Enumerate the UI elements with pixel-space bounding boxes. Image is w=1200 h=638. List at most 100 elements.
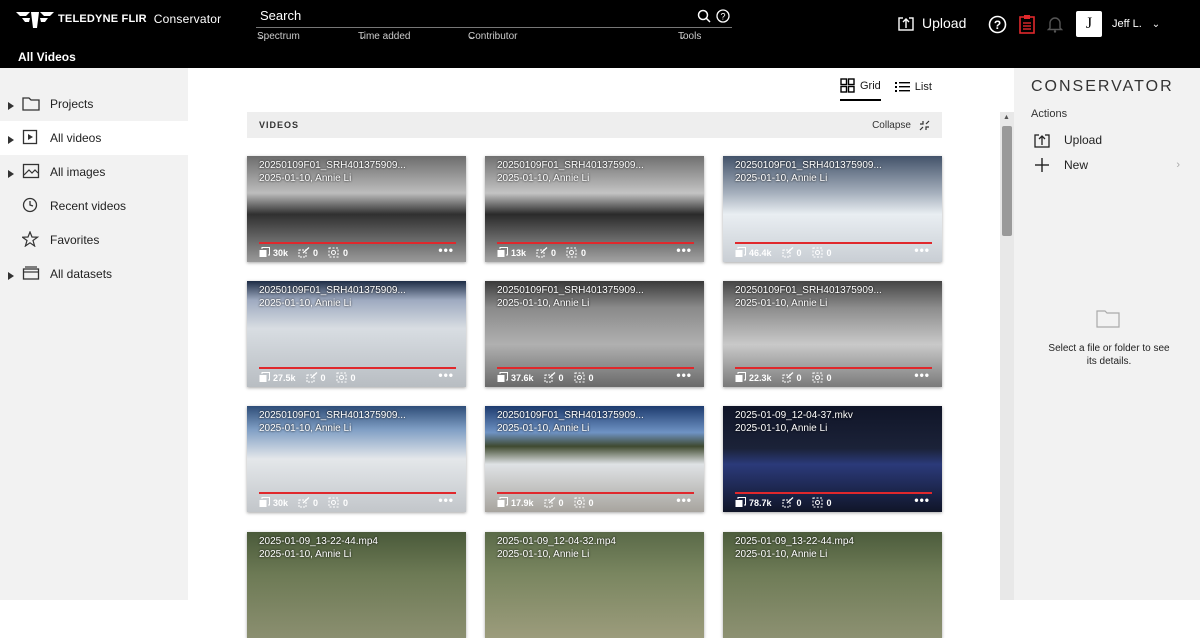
video-name: 20250109F01_SRH401375909... — [259, 410, 406, 421]
frames-count: 30k — [259, 497, 288, 508]
tags-count: 0 — [812, 497, 832, 508]
sidebar-item-label: Recent videos — [50, 199, 127, 213]
panel-new-button[interactable]: New › — [1034, 157, 1180, 173]
frames-count: 46.4k — [735, 247, 772, 258]
sidebar-item-all-images[interactable]: All images — [0, 155, 188, 189]
video-meta: 2025-01-10, Annie Li — [259, 549, 352, 560]
sidebar-item-recent-videos[interactable]: Recent videos — [0, 189, 188, 223]
more-options-icon[interactable]: ••• — [438, 243, 454, 257]
video-card[interactable]: 2025-01-09_12-04-32.mp4 2025-01-10, Annie… — [485, 532, 704, 638]
more-options-icon[interactable]: ••• — [914, 493, 930, 507]
video-card[interactable]: 20250109F01_SRH401375909... 2025-01-10, A… — [485, 281, 704, 387]
panel-upload-button[interactable]: Upload — [1034, 132, 1102, 148]
video-card[interactable]: 2025-01-09_13-22-44.mp4 2025-01-10, Annie… — [247, 532, 466, 638]
scrollbar[interactable]: ▲ — [1000, 112, 1014, 600]
more-options-icon[interactable]: ••• — [914, 243, 930, 257]
video-name: 20250109F01_SRH401375909... — [735, 285, 882, 296]
frames-count: 78.7k — [735, 497, 772, 508]
frames-icon — [259, 372, 270, 382]
tag-target-icon — [812, 247, 823, 258]
video-progress-bar — [497, 242, 694, 244]
top-bar: TELEDYNE FLIR Conservator All Videos Sea… — [0, 0, 1200, 68]
video-meta: 2025-01-10, Annie Li — [497, 173, 590, 184]
video-progress-bar — [497, 492, 694, 494]
annotations-count: 0 — [782, 247, 802, 258]
annotations-count: 0 — [544, 372, 564, 383]
video-progress-bar — [735, 492, 932, 494]
video-card[interactable]: 20250109F01_SRH401375909... 2025-01-10, A… — [485, 156, 704, 262]
video-card[interactable]: 20250109F01_SRH401375909... 2025-01-10, A… — [247, 281, 466, 387]
chevron-down-icon: ⌄ — [257, 31, 266, 42]
video-card[interactable]: 20250109F01_SRH401375909... 2025-01-10, A… — [485, 406, 704, 512]
more-options-icon[interactable]: ••• — [438, 368, 454, 382]
caret-right-icon[interactable] — [8, 269, 14, 283]
list-view-button[interactable]: List — [894, 78, 932, 101]
chevron-down-icon: ⌄ — [678, 31, 687, 42]
video-card[interactable]: 20250109F01_SRH401375909... 2025-01-10, A… — [723, 281, 942, 387]
dataset-icon — [22, 265, 40, 284]
more-options-icon[interactable]: ••• — [438, 493, 454, 507]
upload-button[interactable]: Upload — [898, 15, 966, 31]
list-view-label: List — [914, 80, 932, 93]
search-box[interactable]: Search ? — [256, 6, 732, 28]
video-card[interactable]: 2025-01-09_13-22-44.mp4 2025-01-10, Annie… — [723, 532, 942, 638]
frames-icon — [497, 247, 508, 257]
header-icons: ? — [988, 14, 1063, 34]
video-card[interactable]: 20250109F01_SRH401375909... 2025-01-10, A… — [247, 406, 466, 512]
video-card[interactable]: 20250109F01_SRH401375909... 2025-01-10, A… — [723, 156, 942, 262]
brand-logo[interactable]: TELEDYNE FLIR Conservator — [16, 10, 221, 28]
grid-view-button[interactable]: Grid — [840, 78, 881, 101]
bell-icon[interactable] — [1047, 15, 1063, 33]
sidebar-item-label: Projects — [50, 97, 94, 111]
video-stats: 13k 0 0 — [497, 247, 586, 258]
brand-name: TELEDYNE FLIR — [58, 13, 147, 25]
sidebar-item-all-datasets[interactable]: All datasets — [0, 257, 188, 291]
annotation-icon — [782, 372, 793, 383]
video-card[interactable]: 20250109F01_SRH401375909... 2025-01-10, A… — [247, 156, 466, 262]
panel-new-label: New — [1064, 158, 1089, 172]
sidebar-item-projects[interactable]: Projects — [0, 87, 188, 121]
frames-count: 37.6k — [497, 372, 534, 383]
video-progress-bar — [735, 367, 932, 369]
video-stats: 27.5k 0 0 — [259, 372, 356, 383]
frames-icon — [735, 247, 746, 257]
user-menu[interactable]: J Jeff L. ⌄ — [1076, 11, 1160, 37]
more-options-icon[interactable]: ••• — [676, 243, 692, 257]
scrollbar-thumb[interactable] — [1002, 126, 1012, 236]
annotation-icon — [306, 372, 317, 383]
collapse-button[interactable]: Collapse — [872, 120, 930, 131]
image-icon — [22, 163, 40, 182]
tags-count: 0 — [336, 372, 356, 383]
sidebar: Projects All videos All images Recent video… — [0, 68, 188, 600]
search-icon[interactable] — [697, 9, 711, 23]
list-icon — [894, 81, 910, 92]
video-card[interactable]: 2025-01-09_12-04-37.mkv 2025-01-10, Annie… — [723, 406, 942, 512]
video-stats: 22.3k 0 0 — [735, 372, 832, 383]
caret-right-icon[interactable] — [8, 133, 14, 147]
grid-view-label: Grid — [860, 79, 881, 92]
video-meta: 2025-01-10, Annie Li — [735, 173, 828, 184]
help-icon[interactable]: ? — [988, 15, 1007, 34]
clipboard-icon[interactable] — [1019, 14, 1035, 34]
more-options-icon[interactable]: ••• — [676, 368, 692, 382]
video-progress-bar — [735, 242, 932, 244]
video-progress-bar — [259, 242, 456, 244]
breadcrumb: All Videos — [18, 50, 76, 64]
sidebar-item-favorites[interactable]: Favorites — [0, 223, 188, 257]
search-help-icon[interactable]: ? — [716, 9, 730, 23]
tag-target-icon — [328, 247, 339, 258]
chevron-down-icon: ⌄ — [358, 31, 367, 42]
frames-icon — [259, 497, 270, 507]
chevron-down-icon: ⌄ — [468, 31, 477, 42]
sidebar-item-all-videos[interactable]: All videos — [0, 121, 188, 155]
search-input[interactable]: Search — [260, 8, 301, 23]
more-options-icon[interactable]: ••• — [676, 493, 692, 507]
caret-right-icon[interactable] — [8, 99, 14, 113]
grid-icon — [840, 78, 855, 93]
collapse-label: Collapse — [872, 119, 911, 131]
scroll-up-arrow[interactable]: ▲ — [1003, 114, 1010, 121]
caret-right-icon[interactable] — [8, 167, 14, 181]
video-stats: 30k 0 0 — [259, 247, 348, 258]
annotation-icon — [536, 247, 548, 258]
more-options-icon[interactable]: ••• — [914, 368, 930, 382]
